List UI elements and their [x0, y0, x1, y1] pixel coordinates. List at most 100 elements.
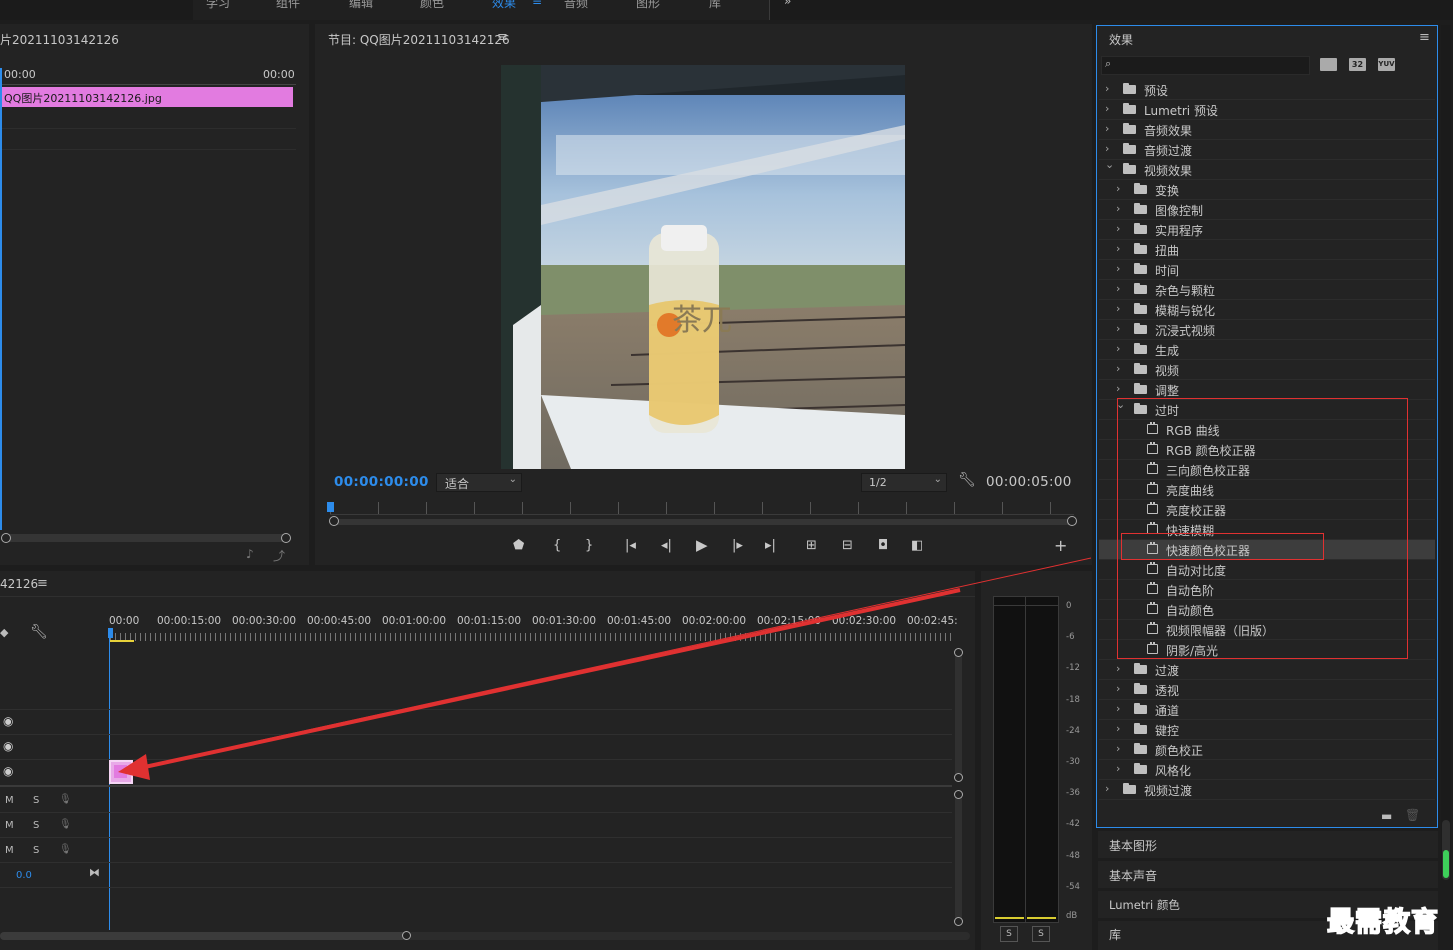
effects-folder-item[interactable]: › 扭曲 [1099, 240, 1435, 260]
scroll-handle-left[interactable] [329, 516, 339, 526]
step-back-icon[interactable]: ◂| [661, 538, 672, 553]
chevron-right-icon[interactable]: › [1116, 342, 1120, 355]
chevron-right-icon[interactable]: › [1116, 682, 1120, 695]
source-scrollbar[interactable] [1, 533, 291, 543]
workspace-tab-menu-icon[interactable]: ≡ [532, 0, 542, 8]
effects-folder-item[interactable]: › 视频过渡 [1099, 780, 1435, 800]
scroll-handle-right[interactable] [1067, 516, 1077, 526]
workspace-tab-audio[interactable]: 音频 [564, 0, 588, 11]
solo-button[interactable]: S [33, 845, 39, 856]
solo-button[interactable]: S [33, 795, 39, 806]
scroll-handle-top[interactable] [954, 790, 963, 799]
effects-folder-item[interactable]: › 键控 [1099, 720, 1435, 740]
program-time-ruler[interactable] [330, 502, 1074, 515]
chevron-right-icon[interactable]: › [1116, 762, 1120, 775]
chevron-right-icon[interactable]: › [1116, 302, 1120, 315]
chevron-right-icon[interactable]: › [1105, 82, 1109, 95]
timeline-horizontal-scrollbar[interactable] [0, 931, 970, 940]
source-playhead[interactable] [0, 68, 2, 530]
effects-search-field[interactable]: ⌕ [1101, 56, 1310, 75]
effects-folder-item[interactable]: › 透视 [1099, 680, 1435, 700]
eye-icon[interactable]: ◉ [3, 739, 13, 753]
play-icon[interactable]: ▶ [696, 536, 708, 554]
workspace-tab-learn[interactable]: 学习 [206, 0, 230, 11]
mark-in-icon[interactable]: { [553, 538, 561, 553]
chevron-right-icon[interactable]: › [1116, 202, 1120, 215]
effects-folder-item[interactable]: › 变换 [1099, 180, 1435, 200]
effects-folder-item[interactable]: › Lumetri 预设 [1099, 100, 1435, 120]
solo-button[interactable]: S [33, 820, 39, 831]
scroll-handle-right[interactable] [281, 533, 291, 543]
chevron-right-icon[interactable]: › [1105, 782, 1109, 795]
scroll-handle-top[interactable] [954, 648, 963, 657]
workspace-tab-graphics[interactable]: 图形 [636, 0, 660, 11]
lift-icon[interactable]: ⊞ [806, 538, 817, 553]
chevron-right-icon[interactable]: › [1105, 102, 1109, 115]
chevron-right-icon[interactable]: › [1116, 322, 1120, 335]
effects-folder-item[interactable]: › 过渡 [1099, 660, 1435, 680]
effects-folder-item[interactable]: › 模糊与锐化 [1099, 300, 1435, 320]
export-frame-icon[interactable]: ⤴ [273, 547, 285, 564]
effects-menu-icon[interactable]: ≡ [1419, 30, 1430, 45]
effects-folder-item[interactable]: › 风格化 [1099, 760, 1435, 780]
scroll-handle-bottom[interactable] [954, 773, 963, 782]
essential-graphics-panel-header[interactable]: 基本图形 [1098, 831, 1438, 858]
effects-folder-item[interactable]: › 预设 [1099, 80, 1435, 100]
program-playhead[interactable] [327, 502, 334, 512]
chevron-right-icon[interactable]: › [1116, 242, 1120, 255]
timeline-menu-icon[interactable]: ≡ [37, 576, 48, 591]
effects-folder-item[interactable]: › 视频 [1099, 360, 1435, 380]
effects-folder-item[interactable]: › 生成 [1099, 340, 1435, 360]
effects-folder-item[interactable]: ⌄ 视频效果 [1099, 158, 1435, 180]
workspace-tab-libraries[interactable]: 库 [709, 0, 721, 11]
effects-folder-item[interactable]: › 图像控制 [1099, 200, 1435, 220]
effects-folder-item[interactable]: › 颜色校正 [1099, 740, 1435, 760]
mic-icon[interactable]: 🎙︎ [59, 819, 72, 830]
fit-dropdown[interactable]: 适合 ⌄ [436, 473, 522, 492]
workspace-tab-color[interactable]: 颜色 [420, 0, 444, 11]
effects-folder-item[interactable]: › 时间 [1099, 260, 1435, 280]
yuv-effects-icon[interactable]: YUV [1378, 58, 1395, 71]
go-to-end-icon[interactable]: ⧓ [89, 866, 100, 879]
chevron-right-icon[interactable]: › [1116, 382, 1120, 395]
workspace-tab-assembly[interactable]: 组件 [276, 0, 300, 11]
mark-out-icon[interactable]: } [585, 538, 593, 553]
program-menu-icon[interactable]: ≡ [497, 30, 508, 45]
timeline-wrench-icon[interactable]: 🔧︎ [30, 624, 48, 640]
resolution-dropdown[interactable]: 1/2 ⌄ [861, 473, 947, 492]
go-to-in-icon[interactable]: |◂ [625, 538, 636, 553]
effects-scroll-thumb[interactable] [1442, 820, 1450, 880]
timeline-clip[interactable] [109, 760, 133, 784]
mute-button[interactable]: M [5, 795, 14, 806]
chevron-right-icon[interactable]: › [1116, 282, 1120, 295]
chevron-right-icon[interactable]: › [1116, 662, 1120, 675]
step-forward-icon[interactable]: |▸ [732, 538, 743, 553]
mute-button[interactable]: M [5, 845, 14, 856]
new-bin-icon[interactable]: ▬ [1381, 809, 1392, 823]
effects-folder-item[interactable]: › 音频效果 [1099, 120, 1435, 140]
go-to-out-icon[interactable]: ▸| [765, 538, 776, 553]
delete-icon[interactable]: 🗑︎ [1405, 808, 1420, 822]
effects-folder-item[interactable]: › 杂色与颗粒 [1099, 280, 1435, 300]
video-vertical-scrollbar[interactable] [955, 652, 962, 778]
solo-left-button[interactable]: S [1000, 926, 1018, 942]
wrench-icon[interactable]: 🔧︎ [958, 472, 976, 488]
add-button-icon[interactable]: + [1054, 536, 1067, 555]
eye-icon[interactable]: ◉ [3, 714, 13, 728]
compare-view-icon[interactable]: ◧ [911, 538, 923, 553]
chevron-right-icon[interactable]: › [1116, 222, 1120, 235]
chevron-right-icon[interactable]: › [1116, 702, 1120, 715]
scroll-handle[interactable] [402, 931, 411, 940]
chevron-right-icon[interactable]: › [1105, 122, 1109, 135]
scroll-handle-bottom[interactable] [954, 917, 963, 926]
timeline-ruler-ticks[interactable] [110, 633, 953, 641]
essential-sound-panel-header[interactable]: 基本声音 [1098, 861, 1438, 888]
audio-vertical-scrollbar[interactable] [955, 795, 962, 921]
work-area-bar[interactable] [110, 640, 134, 642]
effects-folder-item[interactable]: › 沉浸式视频 [1099, 320, 1435, 340]
chevron-right-icon[interactable]: › [1116, 742, 1120, 755]
chevron-right-icon[interactable]: › [1116, 362, 1120, 375]
master-level-value[interactable]: 0.0 [16, 870, 32, 881]
chevron-right-icon[interactable]: › [1116, 722, 1120, 735]
chevron-right-icon[interactable]: › [1105, 142, 1109, 155]
